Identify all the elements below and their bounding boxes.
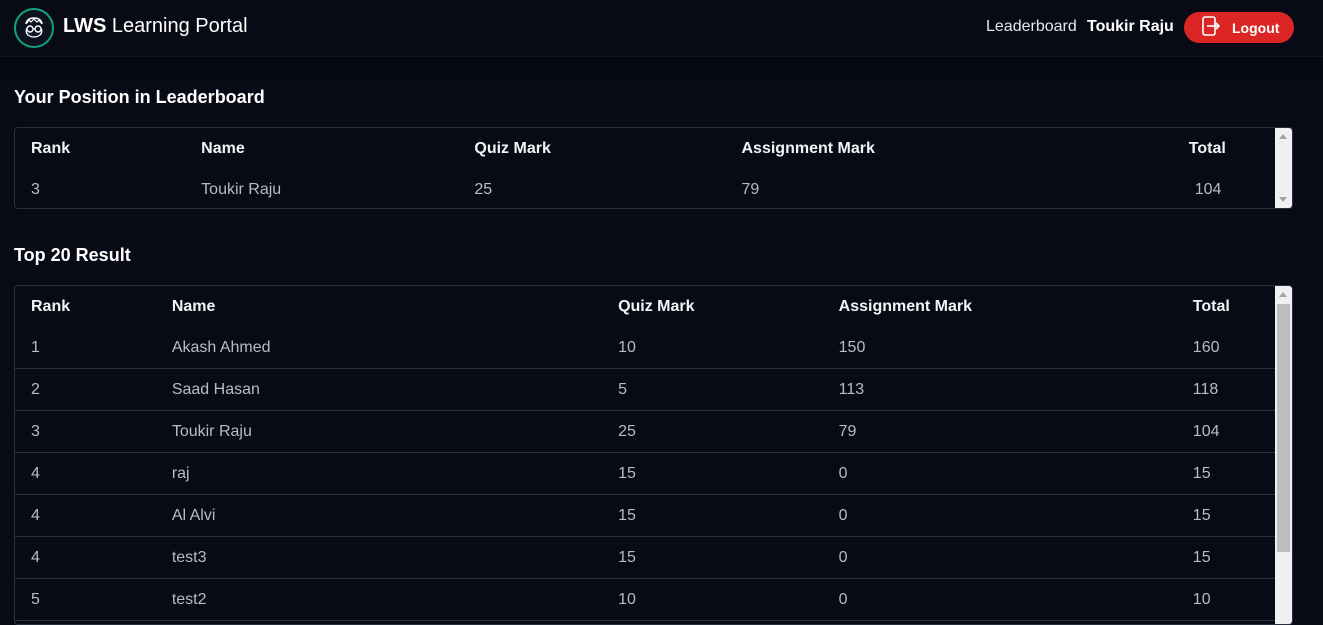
cell-assignment-mark: 79 [838,410,1193,453]
table-row: 4 raj 15 0 15 [15,452,1292,495]
position-table: Rank Name Quiz Mark Assignment Mark Tota… [14,127,1293,209]
position-table-header: Rank Name Quiz Mark Assignment Mark Tota… [15,128,1292,169]
logout-button[interactable]: Logout [1184,12,1294,43]
cell-rank: 3 [31,180,40,198]
top-table-scrollbar[interactable] [1275,286,1292,624]
lws-logo-icon[interactable] [14,8,54,48]
cell-quiz-mark: 25 [474,180,493,198]
brand-rest: Learning Portal [106,15,248,37]
brand-bold: LWS [63,15,107,37]
col-assignment-mark: Assignment Mark [838,297,973,315]
col-rank: Rank [31,139,71,157]
cell-rank: 4 [15,536,172,579]
cell-assignment-mark: 0 [838,578,1193,621]
table-row: 3 Toukir Raju 25 79 104 [15,410,1292,453]
cell-quiz-mark: 25 [618,410,839,453]
cell-name: Saad Hasan [171,368,619,411]
cell-name: Toukir Raju [201,180,282,198]
cell-name: Toukir Raju [171,410,619,453]
cell-name: test2 [171,578,619,621]
position-row: 3 Toukir Raju 25 79 104 [15,169,1292,208]
logout-icon [1202,16,1221,39]
cell-name: raj [171,452,619,495]
cell-rank: 4 [15,452,172,495]
cell-rank: 1 [15,327,172,369]
col-assignment-mark: Assignment Mark [741,139,875,157]
top-navbar: LWS Learning Portal Leaderboard Toukir R… [0,0,1323,57]
col-name: Name [201,139,245,157]
col-quiz-mark: Quiz Mark [618,297,695,315]
top-results-table: Rank Name Quiz Mark Assignment Mark Tota… [14,285,1293,625]
cell-assignment-mark: 0 [838,536,1193,579]
table-row: 5 test2 10 0 10 [15,578,1292,621]
cell-quiz-mark: 5 [618,368,839,411]
cell-assignment-mark: 0 [838,452,1193,495]
cell-rank: 4 [15,494,172,537]
cell-quiz-mark: 15 [618,536,839,579]
table-row: 4 test3 15 0 15 [15,536,1292,579]
table-row: 2 Saad Hasan 5 113 118 [15,368,1292,411]
col-name: Name [171,297,216,315]
top-table-header: Rank Name Quiz Mark Assignment Mark Tota… [15,286,1292,327]
user-name: Toukir Raju [1087,18,1174,35]
cell-assignment-mark: 150 [838,327,1193,369]
cell-name: Al Alvi [171,494,619,537]
cell-quiz-mark: 10 [618,327,839,369]
table-row: 1 Akash Ahmed 10 150 160 [15,327,1292,369]
logout-label: Logout [1232,19,1280,36]
scrollbar-thumb[interactable] [1277,304,1290,552]
cell-name: test3 [171,536,619,579]
position-table-scrollbar[interactable] [1275,128,1292,208]
table-row: 4 Al Alvi 15 0 15 [15,494,1292,537]
cell-assignment-mark: 113 [838,368,1193,411]
col-rank: Rank [31,297,71,315]
cell-name: Akash Ahmed [171,327,619,369]
cell-quiz-mark: 10 [618,578,839,621]
brand-title: LWS Learning Portal [63,15,248,38]
cell-rank: 3 [15,410,172,453]
col-quiz-mark: Quiz Mark [474,139,551,157]
scroll-up-arrow-icon[interactable] [1279,134,1287,139]
cell-quiz-mark: 15 [618,452,839,495]
cell-assignment-mark: 79 [741,180,760,198]
cell-rank: 5 [15,578,172,621]
cell-rank: 2 [15,368,172,411]
scroll-down-arrow-icon[interactable] [1279,197,1287,202]
cell-assignment-mark: 0 [838,494,1193,537]
cell-quiz-mark: 15 [618,494,839,537]
nav-leaderboard-link[interactable]: Leaderboard [986,18,1077,36]
scroll-up-arrow-icon[interactable] [1279,292,1287,297]
top-results-title: Top 20 Result [14,245,131,265]
position-section-title: Your Position in Leaderboard [14,87,265,107]
